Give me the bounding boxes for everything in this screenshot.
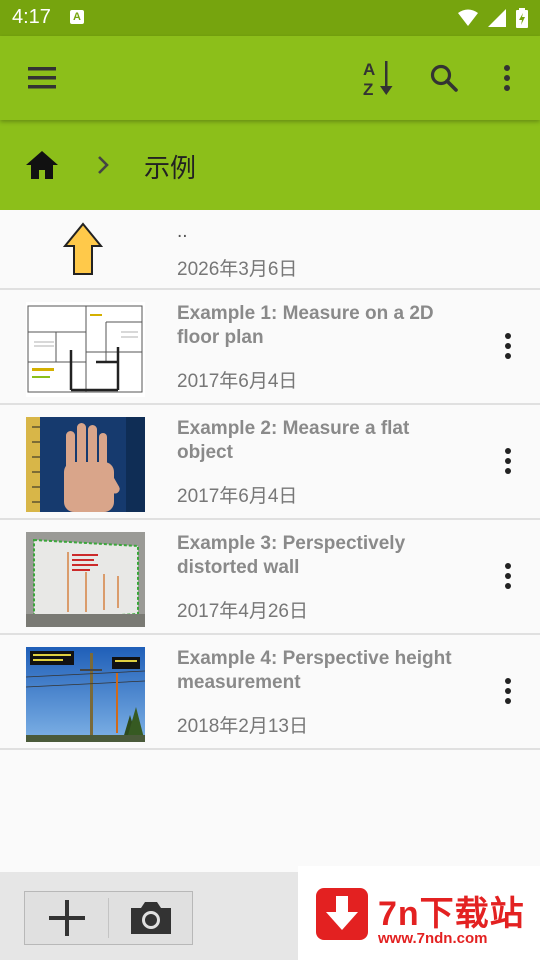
file-date: 2018年2月13日 <box>177 716 308 737</box>
parent-folder-date: 2026年3月6日 <box>177 259 298 280</box>
up-arrow-icon <box>62 222 104 276</box>
status-bar: 4:17 A <box>0 0 540 36</box>
hamburger-icon <box>28 67 56 89</box>
svg-text:Z: Z <box>363 80 373 97</box>
file-title: Example 2: Measure a flat object <box>177 418 410 463</box>
item-menu-button[interactable] <box>494 443 522 479</box>
breadcrumb: 示例 <box>0 120 540 210</box>
pole-photo-thumbnail <box>26 647 145 742</box>
more-vert-icon <box>504 65 510 91</box>
more-vert-icon <box>505 678 511 704</box>
camera-icon <box>130 902 171 934</box>
sort-button[interactable]: A Z <box>354 54 402 102</box>
breadcrumb-home[interactable] <box>22 147 62 183</box>
parent-folder-row[interactable]: .. 2026年3月6日 <box>0 210 540 290</box>
file-date: 2017年6月4日 <box>177 371 298 392</box>
home-icon <box>26 151 58 179</box>
wall-photo-thumbnail <box>26 532 145 627</box>
menu-button[interactable] <box>18 54 66 102</box>
svg-text:A: A <box>363 60 375 79</box>
file-date: 2017年4月26日 <box>177 601 308 622</box>
file-title: Example 4: Perspective height measuremen… <box>177 648 452 693</box>
status-time: 4:17 <box>12 6 51 28</box>
more-vert-icon <box>505 333 511 359</box>
sort-az-icon: A Z <box>363 60 393 97</box>
file-row[interactable]: Example 1: Measure on a 2D floor plan 20… <box>0 290 540 405</box>
search-button[interactable] <box>420 54 468 102</box>
floor-plan-thumbnail <box>26 302 145 397</box>
file-row[interactable]: Example 4: Perspective height measuremen… <box>0 635 540 750</box>
app-toolbar: A Z <box>0 36 540 120</box>
camera-button[interactable] <box>109 892 192 944</box>
battery-icon <box>516 8 528 28</box>
bottom-button-group <box>24 891 193 945</box>
hand-photo-thumbnail <box>26 417 145 512</box>
plus-icon <box>48 900 85 936</box>
parent-folder-name: .. <box>177 221 188 242</box>
file-title: Example 3: Perspectively distorted wall <box>177 533 406 578</box>
file-list: .. 2026年3月6日 Example 1: Measure on a 2D … <box>0 210 540 750</box>
download-icon <box>316 888 368 940</box>
file-date: 2017年6月4日 <box>177 486 298 507</box>
breadcrumb-current[interactable]: 示例 <box>144 148 196 185</box>
chevron-right-icon <box>92 152 116 178</box>
overflow-menu-button[interactable] <box>483 54 531 102</box>
item-menu-button[interactable] <box>494 673 522 709</box>
notification-icon: A <box>70 10 84 24</box>
item-menu-button[interactable] <box>494 558 522 594</box>
status-icons <box>458 8 528 28</box>
file-title: Example 1: Measure on a 2D floor plan <box>177 303 434 348</box>
item-menu-button[interactable] <box>494 328 522 364</box>
more-vert-icon <box>505 448 511 474</box>
watermark-url: www.7ndn.com <box>378 930 488 947</box>
file-row[interactable]: Example 2: Measure a flat object 2017年6月… <box>0 405 540 520</box>
more-vert-icon <box>505 563 511 589</box>
watermark-title: 7n下载站 <box>378 895 525 933</box>
wifi-icon <box>458 9 478 26</box>
add-button[interactable] <box>25 892 108 944</box>
watermark-banner: 7n下载站 www.7ndn.com <box>298 866 540 960</box>
bottom-action-bar <box>0 872 298 960</box>
file-row[interactable]: Example 3: Perspectively distorted wall … <box>0 520 540 635</box>
signal-icon <box>488 9 506 27</box>
search-icon <box>430 64 458 92</box>
